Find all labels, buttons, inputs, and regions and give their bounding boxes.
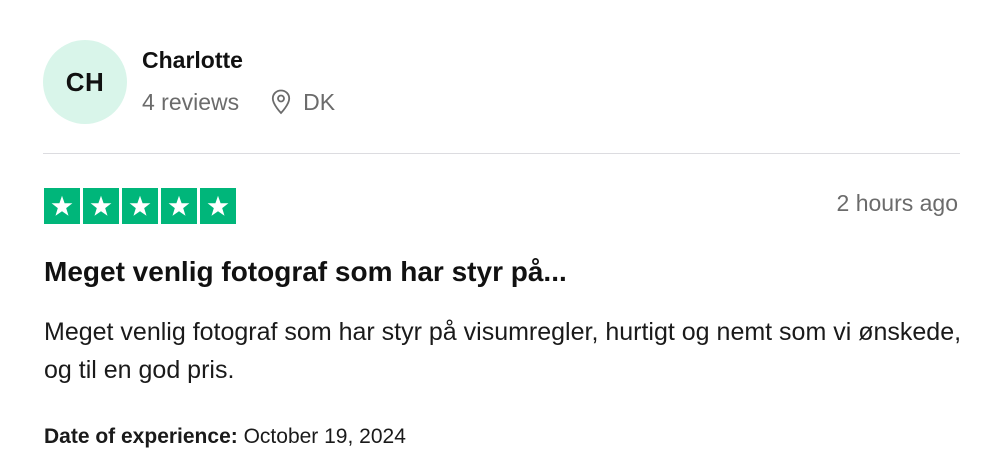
- review-body: Meget venlig fotograf som har styr på vi…: [44, 318, 962, 384]
- review-card: CH Charlotte 4 reviews DK 2 hours ago Me…: [0, 0, 1000, 471]
- star-rating: [44, 188, 236, 224]
- star-icon: [207, 195, 229, 216]
- review-title[interactable]: Meget venlig fotograf som har styr på...: [44, 256, 567, 288]
- date-of-experience-value: October 19, 2024: [243, 425, 406, 448]
- star-2: [83, 188, 119, 224]
- date-of-experience-label: Date of experience:: [44, 425, 238, 448]
- star-icon: [51, 195, 73, 216]
- star-icon: [129, 195, 151, 216]
- reviewer-name[interactable]: Charlotte: [142, 47, 243, 74]
- date-of-experience: Date of experience: October 19, 2024: [44, 425, 406, 449]
- star-icon: [90, 195, 112, 216]
- star-4: [161, 188, 197, 224]
- star-icon: [168, 195, 190, 216]
- avatar-initials: CH: [65, 66, 105, 97]
- avatar[interactable]: CH: [43, 40, 127, 124]
- star-5: [200, 188, 236, 224]
- location-pin-icon: [272, 89, 291, 115]
- country-code: DK: [303, 88, 336, 115]
- star-1: [44, 188, 80, 224]
- divider: [43, 153, 960, 154]
- star-3: [122, 188, 158, 224]
- reviews-count: 4 reviews: [142, 88, 240, 115]
- reviewer-meta: 4 reviews DK: [142, 86, 335, 118]
- review-time: 2 hours ago: [836, 190, 958, 216]
- reviewer-location: DK: [271, 89, 335, 116]
